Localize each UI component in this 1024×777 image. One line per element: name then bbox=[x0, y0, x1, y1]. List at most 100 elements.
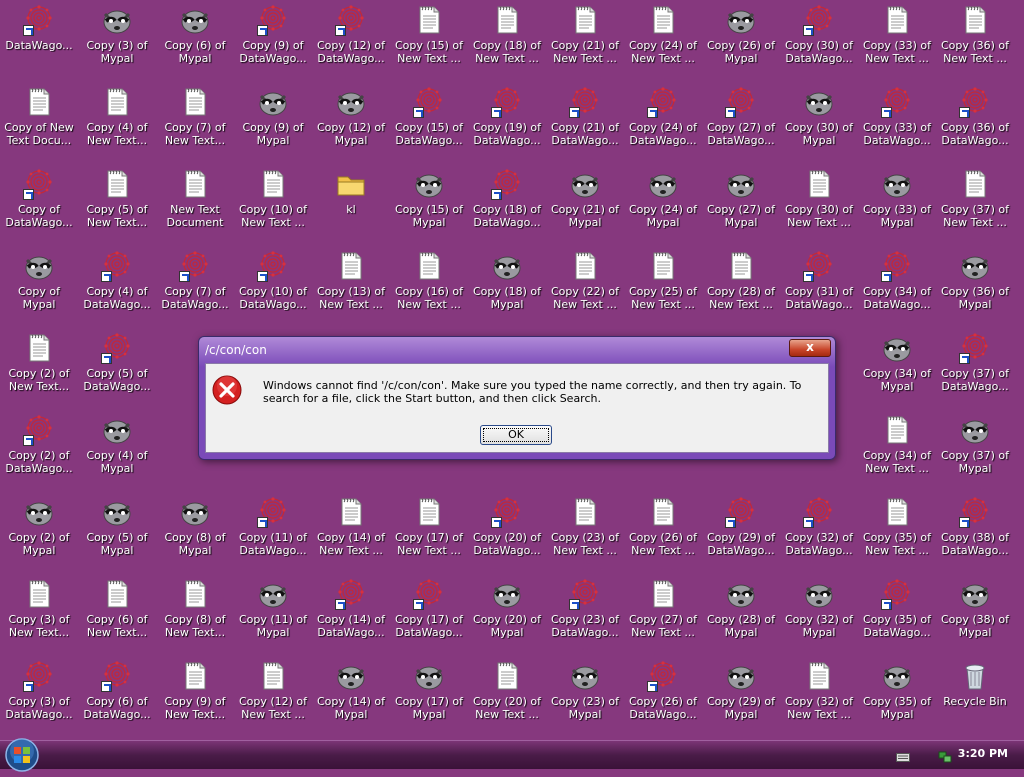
desktop-icon[interactable]: Copy (23) of Mypal bbox=[546, 660, 624, 742]
desktop-icon[interactable]: Recycle Bin bbox=[936, 660, 1014, 742]
keyboard-icon[interactable] bbox=[896, 748, 910, 762]
desktop-icon[interactable]: Copy (27) of Mypal bbox=[702, 168, 780, 250]
desktop-icon[interactable]: DataWago... bbox=[0, 4, 78, 86]
desktop-icon[interactable]: Copy (18) of Mypal bbox=[468, 250, 546, 332]
desktop-icon[interactable]: Copy (32) of New Text ... bbox=[780, 660, 858, 742]
desktop-icon[interactable]: Copy (31) of DataWago... bbox=[780, 250, 858, 332]
desktop-icon[interactable]: Copy (24) of Mypal bbox=[624, 168, 702, 250]
desktop-icon[interactable]: Copy (29) of DataWago... bbox=[702, 496, 780, 578]
desktop-icon[interactable]: Copy (32) of Mypal bbox=[780, 578, 858, 660]
desktop-icon[interactable]: Copy (9) of New Text... bbox=[156, 660, 234, 742]
desktop-icon[interactable]: Copy (16) of New Text ... bbox=[390, 250, 468, 332]
desktop-icon[interactable]: Copy (2) of New Text... bbox=[0, 332, 78, 414]
desktop-icon[interactable]: Copy (2) of DataWago... bbox=[0, 414, 78, 496]
desktop-icon[interactable]: Copy (20) of New Text ... bbox=[468, 660, 546, 742]
desktop-icon[interactable]: Copy (38) of DataWago... bbox=[936, 496, 1014, 578]
desktop-icon[interactable]: Copy (3) of DataWago... bbox=[0, 660, 78, 742]
desktop-icon[interactable]: Copy (37) of DataWago... bbox=[936, 332, 1014, 414]
close-button[interactable]: x bbox=[789, 339, 831, 357]
desktop-icon[interactable]: Copy (12) of Mypal bbox=[312, 86, 390, 168]
desktop-icon[interactable]: Copy (35) of New Text ... bbox=[858, 496, 936, 578]
desktop-icon[interactable]: Copy (30) of New Text ... bbox=[780, 168, 858, 250]
desktop-icon[interactable]: Copy (30) of DataWago... bbox=[780, 4, 858, 86]
desktop-icon[interactable]: Copy (28) of Mypal bbox=[702, 578, 780, 660]
desktop-icon[interactable]: Copy of DataWago... bbox=[0, 168, 78, 250]
desktop-icon[interactable]: Copy (26) of Mypal bbox=[702, 4, 780, 86]
desktop-icon[interactable]: Copy (20) of DataWago... bbox=[468, 496, 546, 578]
desktop-icon[interactable]: Copy (5) of Mypal bbox=[78, 496, 156, 578]
desktop-icon[interactable]: Copy (18) of DataWago... bbox=[468, 168, 546, 250]
desktop-icon[interactable]: Copy (22) of New Text ... bbox=[546, 250, 624, 332]
desktop-icon[interactable]: Copy (13) of New Text ... bbox=[312, 250, 390, 332]
desktop-icon[interactable]: Copy (2) of Mypal bbox=[0, 496, 78, 578]
desktop-icon[interactable]: Copy (23) of DataWago... bbox=[546, 578, 624, 660]
desktop-icon[interactable]: Copy (33) of Mypal bbox=[858, 168, 936, 250]
network-icon[interactable] bbox=[938, 748, 952, 763]
desktop-icon[interactable]: Copy (8) of New Text... bbox=[156, 578, 234, 660]
desktop-icon[interactable]: Copy (11) of Mypal bbox=[234, 578, 312, 660]
desktop-icon[interactable]: Copy (10) of New Text ... bbox=[234, 168, 312, 250]
desktop-icon[interactable]: Copy (37) of Mypal bbox=[936, 414, 1014, 496]
desktop-icon[interactable]: Copy (34) of DataWago... bbox=[858, 250, 936, 332]
desktop-icon[interactable]: Copy (6) of DataWago... bbox=[78, 660, 156, 742]
desktop-icon[interactable]: Copy (9) of Mypal bbox=[234, 86, 312, 168]
desktop-icon[interactable]: Copy (36) of DataWago... bbox=[936, 86, 1014, 168]
desktop-icon[interactable]: Copy (4) of Mypal bbox=[78, 414, 156, 496]
desktop-icon[interactable]: Copy (19) of DataWago... bbox=[468, 86, 546, 168]
desktop-icon[interactable]: Copy (21) of Mypal bbox=[546, 168, 624, 250]
desktop-icon[interactable]: Copy (35) of Mypal bbox=[858, 660, 936, 742]
desktop-icon[interactable]: Copy (35) of DataWago... bbox=[858, 578, 936, 660]
desktop-icon[interactable]: Copy (5) of DataWago... bbox=[78, 332, 156, 414]
desktop-icon[interactable]: Copy (21) of DataWago... bbox=[546, 86, 624, 168]
desktop-icon[interactable]: Copy (36) of New Text ... bbox=[936, 4, 1014, 86]
desktop-icon[interactable]: Copy (20) of Mypal bbox=[468, 578, 546, 660]
desktop-icon[interactable]: Copy (24) of New Text ... bbox=[624, 4, 702, 86]
desktop-icon[interactable]: Copy (28) of New Text ... bbox=[702, 250, 780, 332]
desktop-icon[interactable]: Copy (21) of New Text ... bbox=[546, 4, 624, 86]
desktop-icon[interactable]: Copy (17) of DataWago... bbox=[390, 578, 468, 660]
desktop-icon[interactable]: Copy (14) of DataWago... bbox=[312, 578, 390, 660]
desktop-icon[interactable]: Copy (9) of DataWago... bbox=[234, 4, 312, 86]
desktop-icon[interactable]: Copy (37) of New Text ... bbox=[936, 168, 1014, 250]
desktop-icon[interactable]: Copy (8) of Mypal bbox=[156, 496, 234, 578]
desktop-icon[interactable]: New Text Document bbox=[156, 168, 234, 250]
desktop-icon[interactable]: Copy (7) of New Text... bbox=[156, 86, 234, 168]
desktop-icon[interactable]: Copy (26) of New Text ... bbox=[624, 496, 702, 578]
desktop-icon[interactable]: Copy (33) of New Text ... bbox=[858, 4, 936, 86]
desktop-icon[interactable]: Copy (6) of Mypal bbox=[156, 4, 234, 86]
desktop-icon[interactable]: Copy (17) of Mypal bbox=[390, 660, 468, 742]
desktop-icon[interactable]: Copy (15) of DataWago... bbox=[390, 86, 468, 168]
desktop-icon[interactable]: Copy (14) of Mypal bbox=[312, 660, 390, 742]
desktop-icon[interactable]: Copy (15) of New Text ... bbox=[390, 4, 468, 86]
desktop-icon[interactable]: Copy (23) of New Text ... bbox=[546, 496, 624, 578]
desktop-icon[interactable]: kl bbox=[312, 168, 390, 250]
desktop-icon[interactable]: Copy (10) of DataWago... bbox=[234, 250, 312, 332]
clock[interactable]: 3:20 PM bbox=[958, 747, 1008, 760]
desktop-icon[interactable]: Copy (29) of Mypal bbox=[702, 660, 780, 742]
desktop-icon[interactable]: Copy (18) of New Text ... bbox=[468, 4, 546, 86]
desktop-icon[interactable]: Copy (30) of Mypal bbox=[780, 86, 858, 168]
desktop-icon[interactable]: Copy of Mypal bbox=[0, 250, 78, 332]
desktop-icon[interactable]: Copy (3) of New Text... bbox=[0, 578, 78, 660]
desktop-icon[interactable]: Copy (34) of Mypal bbox=[858, 332, 936, 414]
desktop-icon[interactable]: Copy (24) of DataWago... bbox=[624, 86, 702, 168]
desktop-icon[interactable]: Copy (12) of DataWago... bbox=[312, 4, 390, 86]
desktop-icon[interactable]: Copy (5) of New Text... bbox=[78, 168, 156, 250]
desktop-icon[interactable]: Copy (27) of New Text ... bbox=[624, 578, 702, 660]
desktop-icon[interactable]: Copy (6) of New Text... bbox=[78, 578, 156, 660]
desktop-icon[interactable]: Copy (11) of DataWago... bbox=[234, 496, 312, 578]
desktop-icon[interactable]: Copy (32) of DataWago... bbox=[780, 496, 858, 578]
desktop-icon[interactable]: Copy (12) of New Text ... bbox=[234, 660, 312, 742]
desktop-icon[interactable]: Copy (26) of DataWago... bbox=[624, 660, 702, 742]
desktop-icon[interactable]: Copy (4) of DataWago... bbox=[78, 250, 156, 332]
desktop-icon[interactable]: Copy (38) of Mypal bbox=[936, 578, 1014, 660]
desktop-icon[interactable]: Copy (7) of DataWago... bbox=[156, 250, 234, 332]
ok-button[interactable]: OK bbox=[480, 425, 552, 445]
desktop-icon[interactable]: Copy (15) of Mypal bbox=[390, 168, 468, 250]
desktop-icon[interactable]: Copy (25) of New Text ... bbox=[624, 250, 702, 332]
desktop-icon[interactable]: Copy (14) of New Text ... bbox=[312, 496, 390, 578]
desktop-icon[interactable]: Copy (4) of New Text... bbox=[78, 86, 156, 168]
desktop-icon[interactable]: Copy of New Text Docu... bbox=[0, 86, 78, 168]
desktop-icon[interactable]: Copy (27) of DataWago... bbox=[702, 86, 780, 168]
desktop-icon[interactable]: Copy (34) of New Text ... bbox=[858, 414, 936, 496]
